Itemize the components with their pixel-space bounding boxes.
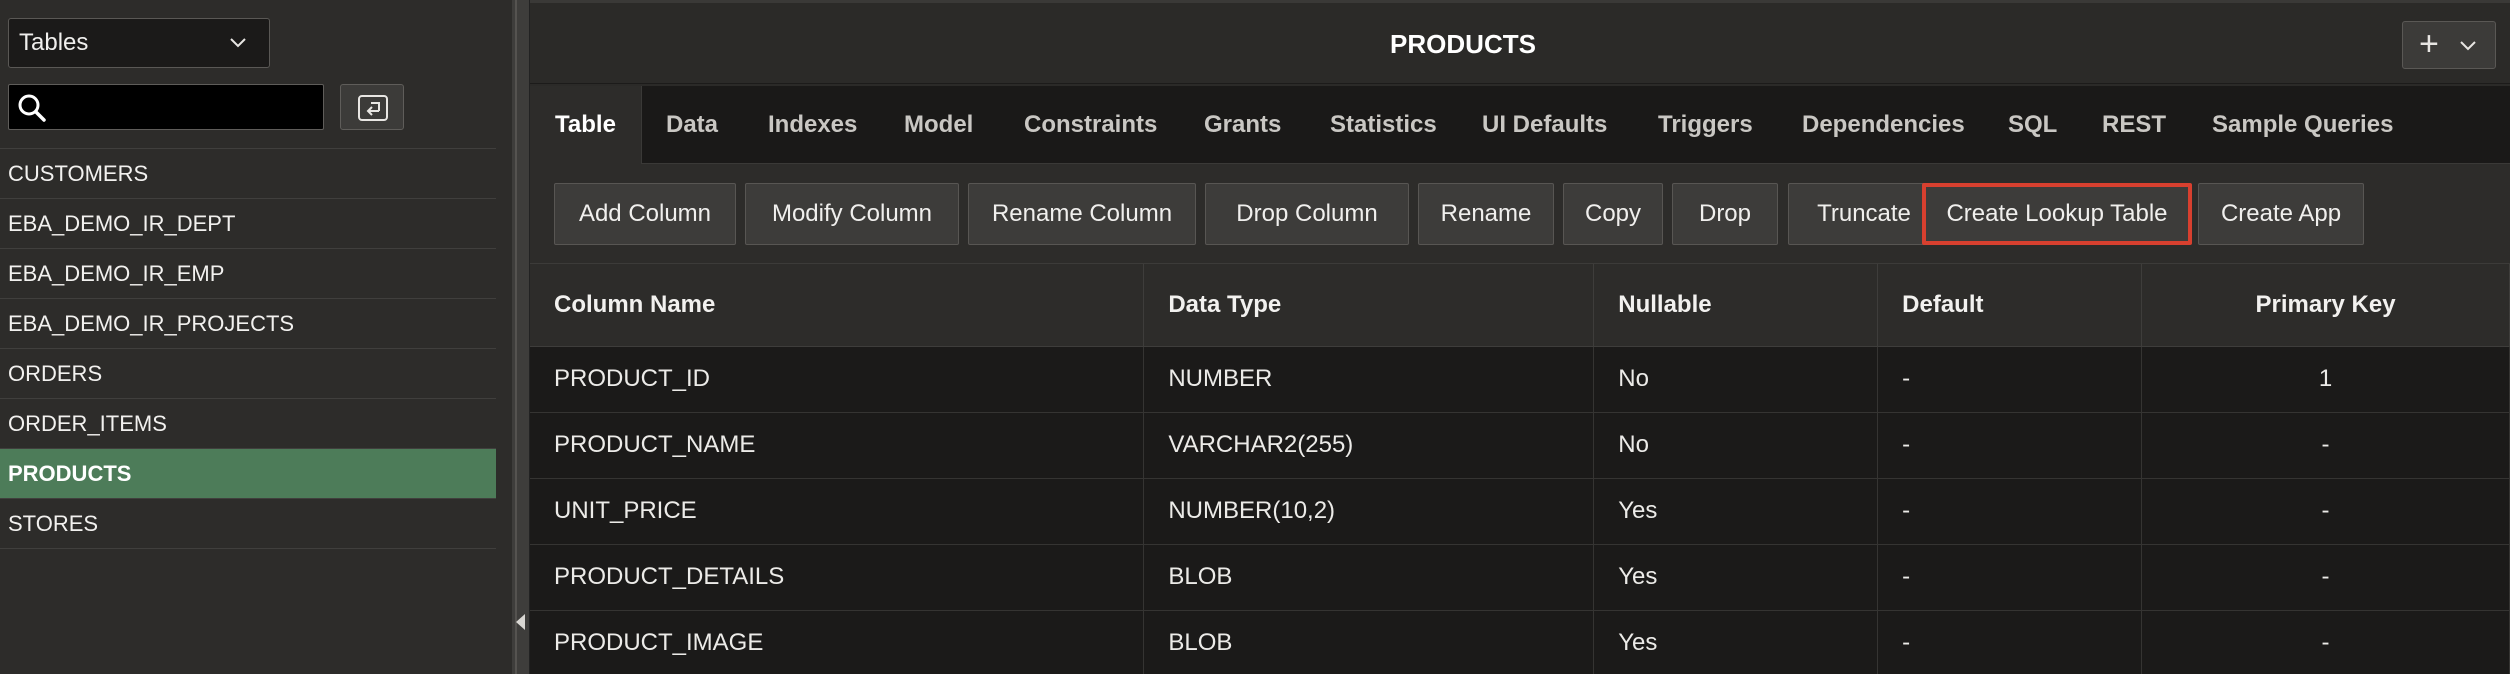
tab-sql[interactable]: SQL	[2008, 86, 2057, 164]
tab-statistics[interactable]: Statistics	[1330, 86, 1437, 164]
truncate-button[interactable]: Truncate	[1788, 183, 1940, 245]
table-cell: PRODUCT_DETAILS	[530, 544, 1145, 611]
copy-button[interactable]: Copy	[1563, 183, 1663, 245]
add-menu-button[interactable]: +	[2402, 21, 2496, 69]
table-cell: Yes	[1593, 544, 1879, 611]
rename-column-button[interactable]: Rename Column	[968, 183, 1196, 245]
rename-button[interactable]: Rename	[1418, 183, 1554, 245]
column-header-data-type[interactable]: Data Type	[1143, 264, 1595, 347]
table-cell: 1	[2141, 346, 2510, 413]
object-browser-panel: Tables CUSTOMERS EBA_DEMO_IR_DEPT EBA_DEMO…	[0, 0, 512, 674]
detail-tabs: Table Data Indexes Model Constraints Grants St…	[530, 86, 2510, 164]
back-arrow-icon	[358, 95, 388, 121]
table-actions-toolbar: Add Column Modify Column Rename Column Drop…	[530, 164, 2510, 264]
back-button[interactable]	[340, 84, 404, 130]
table-list-item[interactable]: STORES	[0, 499, 496, 549]
tab-sample-queries[interactable]: Sample Queries	[2212, 86, 2393, 164]
column-header-column-name[interactable]: Column Name	[530, 264, 1145, 347]
table-list-item[interactable]: CUSTOMERS	[0, 149, 496, 199]
tab-triggers[interactable]: Triggers	[1658, 86, 1753, 164]
table-list-item[interactable]: PRODUCTS	[0, 449, 496, 499]
table-cell: No	[1593, 412, 1879, 479]
tab-data[interactable]: Data	[666, 86, 718, 164]
chevron-down-icon	[230, 38, 246, 48]
table-row[interactable]: PRODUCT_ID NUMBER No -1	[530, 346, 2510, 413]
tab-constraints[interactable]: Constraints	[1024, 86, 1157, 164]
table-detail-panel: PRODUCTS + Table Data Indexes Model Constrai…	[530, 0, 2510, 674]
panel-splitter[interactable]	[512, 0, 530, 674]
table-list: CUSTOMERS EBA_DEMO_IR_DEPT EBA_DEMO_IR_EMP…	[0, 148, 496, 549]
table-cell: BLOB	[1143, 544, 1595, 611]
table-row[interactable]: PRODUCT_DETAILS BLOB Yes - -	[530, 544, 2510, 611]
table-cell: -	[1877, 346, 2143, 413]
table-cell: NUMBER(10,2)	[1143, 478, 1595, 545]
table-row[interactable]: UNIT_PRICE NUMBER(10,2) Yes - -	[530, 478, 2510, 545]
table-list-item[interactable]: EBA_DEMO_IR_PROJECTS	[0, 299, 496, 349]
page-title: PRODUCTS	[1390, 29, 1536, 59]
table-cell: PRODUCT_NAME	[530, 412, 1145, 479]
table-cell: No	[1593, 346, 1879, 413]
table-cell: -	[2141, 478, 2510, 545]
grid-header-row: Column Name Data Type Nullable Default Prima…	[530, 264, 2510, 347]
table-cell: -	[1877, 478, 2143, 545]
table-cell: PRODUCT_IMAGE	[530, 610, 1145, 674]
tab-model[interactable]: Model	[904, 86, 973, 164]
drop-button[interactable]: Drop	[1672, 183, 1778, 245]
modify-column-button[interactable]: Modify Column	[745, 183, 959, 245]
table-list-item[interactable]: EBA_DEMO_IR_EMP	[0, 249, 496, 299]
object-type-select[interactable]: Tables	[8, 18, 270, 68]
create-app-button[interactable]: Create App	[2198, 183, 2364, 245]
detail-header: PRODUCTS +	[530, 0, 2510, 84]
table-row[interactable]: PRODUCT_NAME VARCHAR2(255) No - -	[530, 412, 2510, 479]
tab-ui-defaults[interactable]: UI Defaults	[1482, 86, 1607, 164]
table-cell: -	[2141, 544, 2510, 611]
collapse-left-icon[interactable]	[516, 614, 525, 630]
column-header-default[interactable]: Default	[1877, 264, 2143, 347]
chevron-down-icon	[2460, 41, 2476, 51]
table-cell: -	[1877, 544, 2143, 611]
add-column-button[interactable]: Add Column	[554, 183, 736, 245]
table-row[interactable]: PRODUCT_IMAGE BLOB Yes - -	[530, 610, 2510, 674]
column-header-primary-key[interactable]: Primary Key	[2141, 264, 2510, 347]
table-cell: Yes	[1593, 610, 1879, 674]
table-list-item[interactable]: ORDER_ITEMS	[0, 399, 496, 449]
tab-rest[interactable]: REST	[2102, 86, 2166, 164]
create-lookup-table-button[interactable]: Create Lookup Table	[1922, 183, 2192, 245]
column-header-nullable[interactable]: Nullable	[1593, 264, 1879, 347]
tab-table[interactable]: Table	[530, 86, 642, 164]
table-cell: -	[2141, 610, 2510, 674]
table-list-item[interactable]: ORDERS	[0, 349, 496, 399]
table-cell: UNIT_PRICE	[530, 478, 1145, 545]
table-cell: BLOB	[1143, 610, 1595, 674]
table-cell: -	[1877, 610, 2143, 674]
table-list-item[interactable]: EBA_DEMO_IR_DEPT	[0, 199, 496, 249]
tab-dependencies[interactable]: Dependencies	[1802, 86, 1965, 164]
table-cell: PRODUCT_ID	[530, 346, 1145, 413]
tab-indexes[interactable]: Indexes	[768, 86, 857, 164]
table-cell: NUMBER	[1143, 346, 1595, 413]
search-icon	[18, 94, 46, 122]
table-cell: Yes	[1593, 478, 1879, 545]
object-type-value: Tables	[19, 29, 89, 56]
columns-grid: Column Name Data Type Nullable Default Prima…	[530, 264, 2510, 674]
tab-grants[interactable]: Grants	[1204, 86, 1281, 164]
table-cell: -	[1877, 412, 2143, 479]
table-search-input[interactable]	[8, 84, 324, 130]
drop-column-button[interactable]: Drop Column	[1205, 183, 1409, 245]
table-cell: VARCHAR2(255)	[1143, 412, 1595, 479]
table-cell: -	[2141, 412, 2510, 479]
splitter-grip	[515, 0, 517, 674]
plus-icon: +	[2419, 25, 2439, 63]
